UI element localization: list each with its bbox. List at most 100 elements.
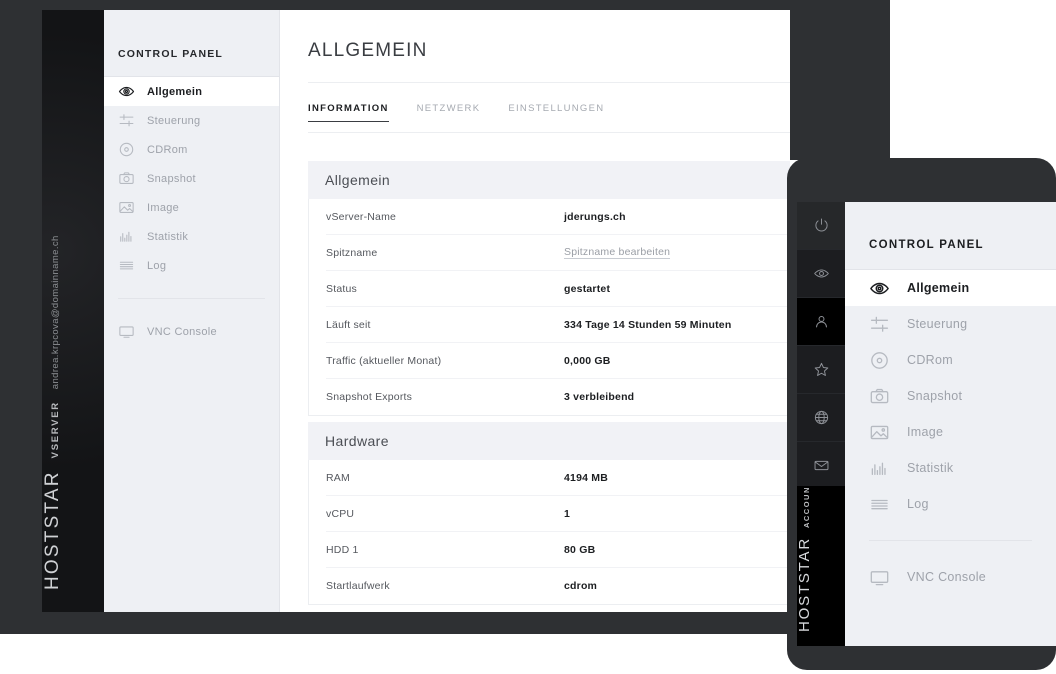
chart-icon <box>871 462 886 475</box>
sidebar-item-label: VNC Console <box>147 325 217 338</box>
rail-item-favorites[interactable] <box>797 346 845 394</box>
sidebar-item-snapshot[interactable]: Snapshot <box>104 164 279 193</box>
mail-icon <box>814 460 828 471</box>
table-row: Spitzname Spitzname bearbeiten <box>326 235 790 271</box>
brand-logo-text: HOSTSTAR <box>797 537 813 632</box>
card-title: Hardware <box>308 422 790 460</box>
chart-icon <box>120 231 132 242</box>
table-row: Status gestartet <box>326 271 790 307</box>
row-key: Traffic (aktueller Monat) <box>326 354 442 367</box>
tablet-sidebar-item-image[interactable]: Image <box>845 414 1056 450</box>
sidebar-item-image[interactable]: Image <box>104 193 279 222</box>
tab-information[interactable]: INFORMATION <box>308 103 389 122</box>
card-body: vServer-Name jderungs.ch Spitzname Spitz… <box>308 199 790 416</box>
sliders-icon <box>870 316 889 332</box>
tablet-sidebar-item-label: Image <box>907 425 944 439</box>
edit-nickname-link[interactable]: Spitzname bearbeiten <box>564 246 671 259</box>
sidebar-item-log[interactable]: Log <box>104 251 279 280</box>
row-key: HDD 1 <box>326 543 359 556</box>
sidebar-divider <box>118 298 265 299</box>
tablet-sidebar-item-label: Statistik <box>907 461 954 475</box>
tablet-sidebar-item-label: Allgemein <box>907 281 970 295</box>
row-key: Snapshot Exports <box>326 391 413 403</box>
table-row: Startlaufwerk cdrom <box>326 568 790 604</box>
row-value: gestartet <box>564 282 611 295</box>
sidebar-item-label: Snapshot <box>147 172 196 185</box>
title-divider <box>308 82 790 83</box>
tablet-sidebar-item-label: Snapshot <box>907 389 963 403</box>
row-key: vServer-Name <box>326 210 397 223</box>
eye-icon <box>870 282 889 294</box>
rail-item-account[interactable] <box>797 298 845 346</box>
tablet-sidebar-item-snapshot[interactable]: Snapshot <box>845 378 1056 414</box>
account-email-text: andrea.krpcova@domainname.ch <box>50 235 61 390</box>
tablet-sidebar-item-allgemein[interactable]: Allgemein <box>845 270 1056 306</box>
desktop-main-content: ALLGEMEIN INFORMATION NETZWERK EINSTELLU… <box>280 10 790 612</box>
image-icon <box>870 425 889 439</box>
sidebar-item-label: Steuerung <box>147 114 201 127</box>
tablet-sidebar-item-label: CDRom <box>907 353 953 367</box>
tablet-sidebar-item-statistik[interactable]: Statistik <box>845 450 1056 486</box>
tablet-icon-rail: HOSTSTAR ACCOUNT <box>797 202 845 646</box>
page-title: ALLGEMEIN <box>308 40 428 61</box>
tablet-sidebar: CONTROL PANEL Allgemein Steuerung CDRom … <box>845 202 1056 646</box>
sidebar-item-statistik[interactable]: Statistik <box>104 222 279 251</box>
rail-item-domains[interactable] <box>797 394 845 442</box>
row-key: Läuft seit <box>326 318 371 331</box>
sidebar-item-label: Log <box>147 259 167 272</box>
row-value: jderungs.ch <box>564 210 626 223</box>
tab-bar: INFORMATION NETZWERK EINSTELLUNGEN <box>308 103 790 122</box>
tablet-sidebar-item-label: Log <box>907 497 929 511</box>
sidebar-item-label: Allgemein <box>147 85 203 98</box>
row-value: cdrom <box>564 580 598 592</box>
row-key: Startlaufwerk <box>326 580 390 592</box>
sidebar-item-cdrom[interactable]: CDRom <box>104 135 279 164</box>
desktop-brand-rail: HOSTSTAR VSERVER andrea.krpcova@domainna… <box>42 10 104 612</box>
brand-logo-text: HOSTSTAR <box>42 470 63 590</box>
desktop-sidebar: CONTROL PANEL Allgemein Steuerung CDRom … <box>104 10 280 612</box>
sidebar-header: CONTROL PANEL <box>118 48 224 60</box>
rail-item-mail[interactable] <box>797 442 845 490</box>
star-icon <box>814 362 828 376</box>
eye-icon <box>813 269 829 278</box>
person-icon <box>815 315 827 328</box>
card-hardware: Hardware RAM 4194 MB vCPU 1 HDD 1 80 GB <box>308 422 790 605</box>
rail-item-power[interactable] <box>797 202 845 250</box>
brand-product-text: ACCOUNT <box>802 486 811 529</box>
eye-icon <box>118 86 135 97</box>
tablet-brand-rail: HOSTSTAR ACCOUNT <box>797 486 845 646</box>
row-key: vCPU <box>326 507 355 520</box>
tablet-sidebar-header: CONTROL PANEL <box>869 239 984 251</box>
list-icon <box>119 261 134 270</box>
sidebar-item-allgemein[interactable]: Allgemein <box>104 77 279 106</box>
row-key: Status <box>326 282 357 295</box>
tablet-sidebar-item-cdrom[interactable]: CDRom <box>845 342 1056 378</box>
tablet-sidebar-item-steuerung[interactable]: Steuerung <box>845 306 1056 342</box>
tab-netzwerk[interactable]: NETZWERK <box>417 103 481 122</box>
tab-divider <box>308 132 790 133</box>
row-key: RAM <box>326 471 350 484</box>
table-row: Snapshot Exports 3 verbleibend <box>326 379 790 415</box>
tablet-sidebar-item-label: Steuerung <box>907 317 968 331</box>
row-key: Spitzname <box>326 246 378 259</box>
table-row: Traffic (aktueller Monat) 0,000 GB <box>326 343 790 379</box>
disc-icon <box>871 351 888 369</box>
sidebar-item-vnc-console[interactable]: VNC Console <box>104 317 279 346</box>
tab-einstellungen[interactable]: EINSTELLUNGEN <box>508 103 604 122</box>
sidebar-item-steuerung[interactable]: Steuerung <box>104 106 279 135</box>
rail-item-overview[interactable] <box>797 250 845 298</box>
table-row: HDD 1 80 GB <box>326 532 790 568</box>
power-icon <box>814 218 828 232</box>
desktop-screenshot: HOSTSTAR VSERVER andrea.krpcova@domainna… <box>42 10 790 612</box>
row-value: 1 <box>564 507 571 520</box>
image-icon <box>119 202 134 213</box>
camera-icon <box>119 172 134 184</box>
globe-icon <box>814 410 828 425</box>
row-value: 4194 MB <box>564 471 609 484</box>
tablet-sidebar-item-vnc-console[interactable]: VNC Console <box>845 559 1056 595</box>
monitor-icon <box>119 326 134 338</box>
list-icon <box>871 499 888 509</box>
brand-product-text: VSERVER <box>50 401 61 459</box>
tablet-sidebar-item-label: VNC Console <box>907 570 987 584</box>
tablet-sidebar-item-log[interactable]: Log <box>845 486 1056 522</box>
